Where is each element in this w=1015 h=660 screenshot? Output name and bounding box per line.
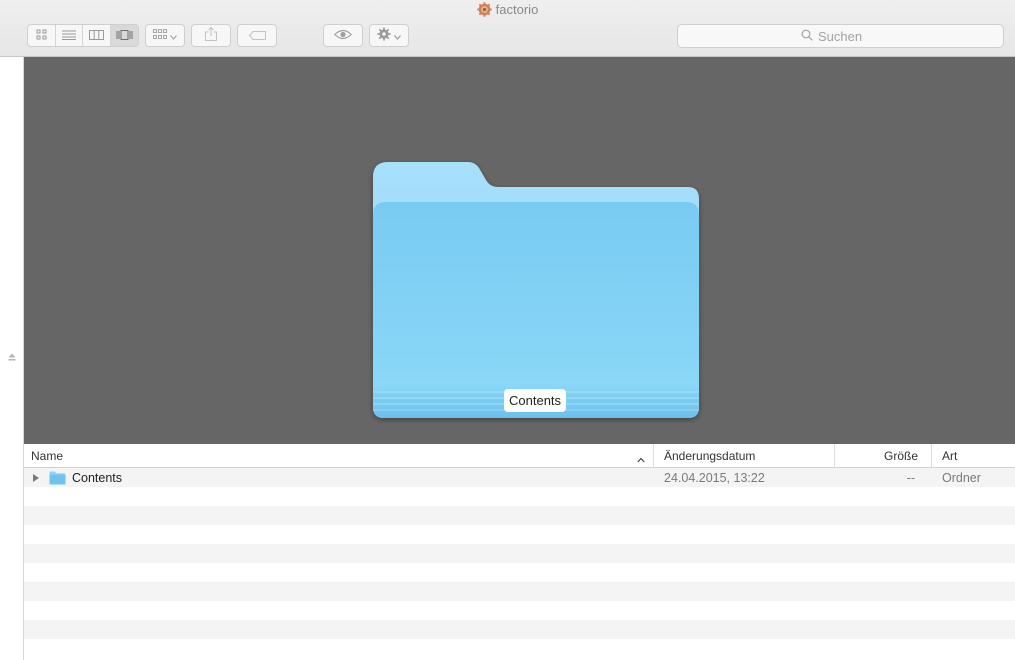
- tag-icon: [248, 29, 266, 43]
- empty-row: [24, 582, 1015, 601]
- row-size: --: [906, 470, 915, 485]
- tag-button[interactable]: [237, 24, 277, 47]
- column-header-name[interactable]: Name: [24, 444, 653, 468]
- column-header-size[interactable]: Größe: [834, 444, 931, 468]
- eject-icon[interactable]: [8, 350, 16, 364]
- column-header-name-label: Name: [31, 449, 64, 463]
- chevron-down-icon: [394, 29, 401, 43]
- column-header-kind[interactable]: Art: [931, 444, 1015, 468]
- row-kind: Ordner: [942, 470, 981, 485]
- file-list: Name Änderungsdatum Größe Art Contents 2…: [24, 444, 1015, 660]
- share-button[interactable]: [191, 24, 231, 47]
- arrange-icon: [153, 28, 167, 43]
- row-name: Contents: [72, 470, 123, 485]
- column-header-kind-label: Art: [942, 449, 958, 463]
- coverflow-icon: [116, 29, 133, 43]
- disclosure-triangle-icon[interactable]: [32, 468, 40, 487]
- empty-row: [24, 525, 1015, 544]
- gear-icon: [377, 27, 391, 44]
- list-view-button[interactable]: [56, 25, 83, 46]
- list-header: Name Änderungsdatum Größe Art: [24, 444, 1015, 468]
- folder-preview-icon[interactable]: [368, 157, 704, 423]
- search-input[interactable]: [818, 28, 880, 44]
- preview-label: Contents: [504, 389, 567, 412]
- list-icon: [61, 29, 76, 43]
- column-view-button[interactable]: [83, 25, 111, 46]
- empty-row: [24, 620, 1015, 639]
- list-rows: Contents 24.04.2015, 13:22 -- Ordner: [24, 468, 1015, 658]
- search-field[interactable]: [677, 24, 1004, 48]
- empty-row: [24, 487, 1015, 506]
- row-modified: 24.04.2015, 13:22: [664, 470, 765, 485]
- empty-row: [24, 639, 1015, 658]
- chevron-down-icon: [170, 29, 177, 43]
- quicklook-button[interactable]: [323, 24, 363, 47]
- eye-icon: [333, 29, 353, 43]
- window-title: factorio: [495, 1, 539, 17]
- gear-app-icon: [476, 1, 492, 17]
- column-header-modified[interactable]: Änderungsdatum: [653, 444, 834, 468]
- folder-icon: [49, 468, 66, 487]
- coverflow-view-button[interactable]: [110, 25, 138, 46]
- sort-ascending-icon: [637, 452, 645, 466]
- empty-row: [24, 544, 1015, 563]
- empty-row: [24, 563, 1015, 582]
- share-icon: [205, 26, 217, 44]
- column-header-size-label: Größe: [883, 449, 918, 463]
- toolbar: factorio: [0, 0, 1015, 57]
- column-header-modified-label: Änderungsdatum: [664, 449, 756, 463]
- search-icon: [801, 29, 813, 44]
- columns-icon: [88, 29, 104, 43]
- action-menu-button[interactable]: [369, 24, 409, 47]
- view-mode-control: [27, 24, 139, 47]
- arrange-button[interactable]: [145, 24, 185, 47]
- sidebar-collapsed: [0, 57, 24, 660]
- table-row[interactable]: Contents 24.04.2015, 13:22 -- Ordner: [24, 468, 1015, 487]
- grid-icon: [36, 29, 47, 43]
- empty-row: [24, 601, 1015, 620]
- window-title-area: factorio: [0, 1, 1015, 17]
- coverflow-preview: Contents: [24, 57, 1015, 444]
- icon-view-button[interactable]: [28, 25, 56, 46]
- empty-row: [24, 506, 1015, 525]
